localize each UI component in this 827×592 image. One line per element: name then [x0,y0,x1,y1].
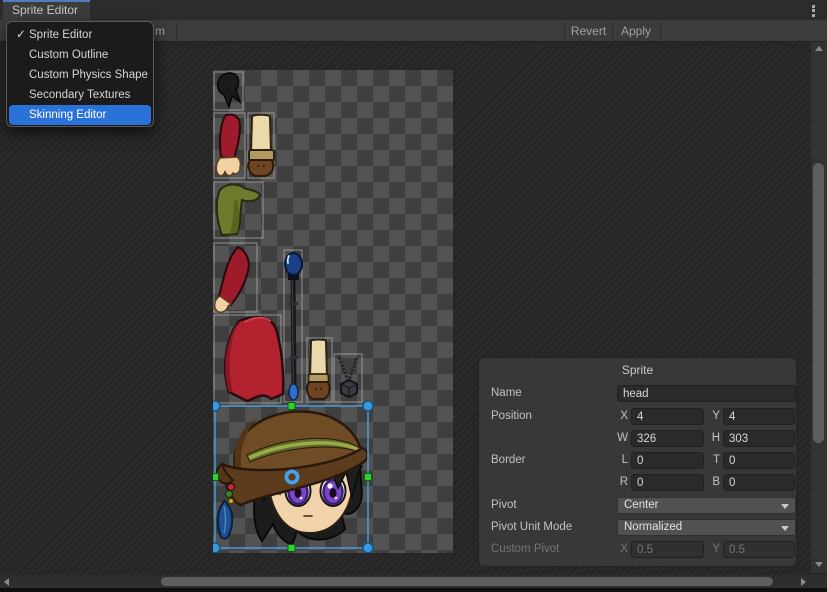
staff-sprite [285,253,302,400]
horizontal-scrollbar[interactable] [0,575,811,588]
scroll-down-icon[interactable] [815,562,823,567]
red-sleeve-arm-2-sprite [215,247,249,312]
menu-item-sprite-editor[interactable]: ✓ Sprite Editor [7,25,153,45]
t-prefix: T [704,452,720,469]
name-label: Name [491,385,522,402]
corner-handle-bottom-left[interactable] [213,543,220,553]
corner-handle-bottom-right[interactable] [363,543,373,553]
custom-pivot-x-input [631,541,704,558]
tab-sprite-editor[interactable]: Sprite Editor [3,0,90,20]
sprite-sheet-texture[interactable] [213,70,453,553]
edge-handle-bottom[interactable] [288,545,295,552]
sprite-editor-window: Sprite Editor m Revert Apply [0,0,827,592]
pivot-dropdown[interactable]: Center [617,497,796,514]
scroll-left-icon[interactable] [4,578,9,586]
title-bar: Sprite Editor [0,0,827,20]
custom-pivot-y-prefix: Y [704,541,720,558]
menu-item-secondary-textures[interactable]: Secondary Textures [7,85,153,105]
panel-title: Sprite [479,363,796,377]
h-prefix: H [704,430,720,447]
custom-pivot-x-prefix: X [612,541,628,558]
pivot-dropdown-value: Center [624,499,659,511]
chevron-down-icon [781,526,789,531]
pivot-label: Pivot [491,497,517,514]
r-prefix: R [612,474,628,491]
b-prefix: B [704,474,720,491]
edge-handle-right[interactable] [365,474,372,481]
checkmark-icon: ✓ [14,25,28,45]
edge-handle-top[interactable] [288,403,295,410]
truncated-trim-button[interactable]: m [155,24,165,38]
menu-item-custom-physics-shape[interactable]: Custom Physics Shape [7,65,153,85]
apply-button[interactable]: Apply [613,20,659,42]
corner-handle-top-right[interactable] [363,401,373,411]
l-prefix: L [612,452,628,469]
border-b-input[interactable] [723,474,795,491]
edge-handle-left[interactable] [213,474,219,481]
x-prefix: X [612,408,628,425]
horizontal-scrollbar-thumb[interactable] [161,577,773,586]
amulet-sprite [339,357,357,397]
green-scarf-sprite [217,184,260,235]
scroll-up-icon[interactable] [815,46,823,51]
editor-mode-menu: ✓ Sprite Editor Custom Outline Custom Ph… [6,21,154,127]
chevron-down-icon [781,504,789,509]
border-t-input[interactable] [723,452,795,469]
menu-item-custom-outline[interactable]: Custom Outline [7,45,153,65]
sprite-inspector-panel: Sprite Name Position X Y W H Border L T … [478,357,797,567]
position-y-input[interactable] [723,408,795,425]
revert-button[interactable]: Revert [565,20,612,42]
border-r-input[interactable] [631,474,704,491]
hair-tuft-sprite [218,73,240,107]
border-label: Border [491,452,526,469]
w-prefix: W [612,430,628,447]
kebab-menu-icon[interactable] [807,3,819,18]
boot-2-sprite [307,340,329,400]
head-sprite[interactable] [216,411,367,545]
position-w-input[interactable] [631,430,704,447]
pivot-unit-mode-label: Pivot Unit Mode [491,519,572,536]
border-l-input[interactable] [631,452,704,469]
red-sleeve-arm-sprite [216,114,240,175]
pivot-unit-mode-value: Normalized [624,521,682,533]
corner-handle-top-left[interactable] [213,401,220,411]
custom-pivot-y-input [723,541,795,558]
pivot-unit-mode-dropdown[interactable]: Normalized [617,519,796,536]
window-bottom-edge [0,588,827,592]
position-h-input[interactable] [723,430,795,447]
name-input[interactable] [617,385,796,402]
scrollbar-corner [811,575,827,588]
vertical-scrollbar-thumb[interactable] [813,163,824,443]
toolbar-separator [660,22,661,40]
menu-item-skinning-editor[interactable]: Skinning Editor [9,105,151,125]
custom-pivot-label: Custom Pivot [491,541,559,558]
red-cape-sprite [225,317,283,401]
position-x-input[interactable] [631,408,704,425]
toolbar-separator [176,22,177,40]
scroll-right-icon[interactable] [801,578,806,586]
boot-sprite [248,115,274,176]
sprite-sheet-art [213,70,453,553]
position-label: Position [491,408,532,425]
y-prefix: Y [704,408,720,425]
vertical-scrollbar[interactable] [811,42,827,573]
